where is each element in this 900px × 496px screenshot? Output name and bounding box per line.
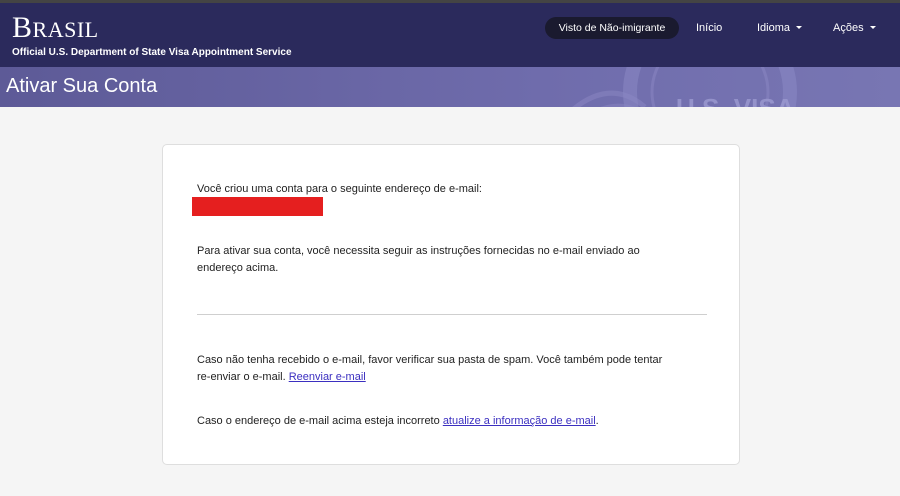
nav-language-dropdown[interactable]: Idioma: [757, 17, 803, 39]
resend-email-link[interactable]: Reenviar e-mail: [289, 371, 366, 383]
instructions-line-2: endereço acima.: [197, 262, 279, 274]
activation-card: Você criou uma conta para o seguinte end…: [162, 144, 740, 465]
top-navbar: BRASIL Official U.S. Department of State…: [0, 0, 900, 67]
created-account-text: Você criou uma conta para o seguinte end…: [197, 183, 482, 195]
instructions-line-1: Para ativar sua conta, você necessita se…: [197, 245, 640, 257]
brand-initial: B: [12, 11, 33, 44]
nav-nonimmigrant-visa[interactable]: Visto de Não-imigrante: [545, 17, 679, 39]
redacted-email: [192, 197, 323, 216]
brand-rest: RASIL: [32, 17, 99, 42]
page-title: Ativar Sua Conta: [6, 75, 158, 97]
spam-notice-text: Caso não tenha recebido o e-mail, favor …: [197, 352, 662, 386]
incorrect-email-text: Caso o endereço de e-mail acima esteja i…: [197, 413, 599, 430]
seal-text: U.S. VISA: [676, 93, 795, 107]
brand-logo[interactable]: BRASIL: [12, 11, 99, 45]
chevron-down-icon: [796, 25, 803, 29]
page-banner: Ativar Sua Conta U.S. VISA: [0, 67, 900, 107]
incorrect-email-label: Caso o endereço de e-mail acima esteja i…: [197, 415, 440, 427]
chevron-down-icon: [869, 25, 876, 29]
instructions-text: Para ativar sua conta, você necessita se…: [197, 243, 640, 277]
nav-home-label: Início: [696, 22, 723, 34]
nav-home[interactable]: Início: [696, 17, 722, 39]
incorrect-email-period: .: [595, 415, 599, 427]
brand-subtitle: Official U.S. Department of State Visa A…: [12, 47, 292, 58]
update-email-link[interactable]: atualize a informação de e-mail: [443, 415, 596, 427]
nav-language-label: Idioma: [757, 22, 791, 34]
nav-actions-label: Ações: [833, 22, 864, 34]
divider: [197, 314, 707, 315]
spam-line-2: re-enviar o e-mail.: [197, 371, 286, 383]
spam-line-1: Caso não tenha recebido o e-mail, favor …: [197, 354, 663, 366]
nav-actions-dropdown[interactable]: Ações: [833, 17, 876, 39]
us-visa-seal-icon: U.S. VISA: [572, 67, 797, 107]
